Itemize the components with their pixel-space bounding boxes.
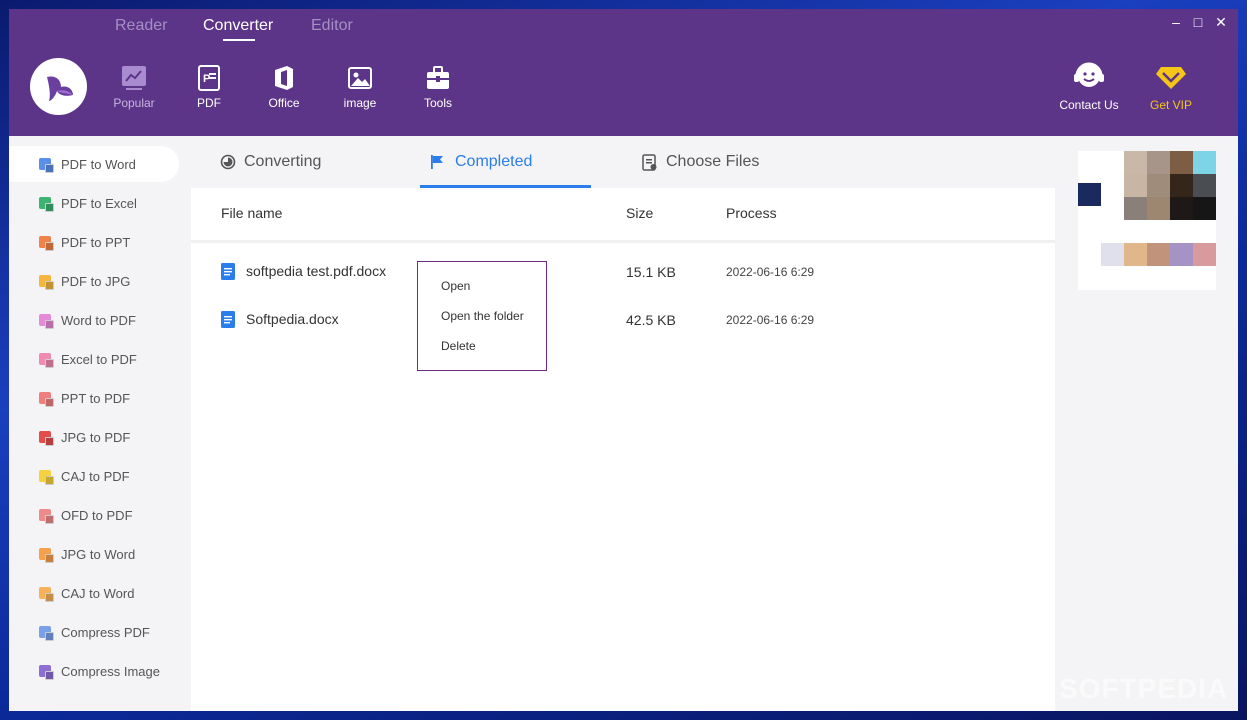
- pdf-to-excel-icon: [39, 197, 51, 209]
- office-icon: [275, 66, 293, 90]
- app-logo-icon: [46, 75, 73, 101]
- excel-to-pdf-icon: [39, 353, 51, 365]
- context-menu: Open Open the folder Delete: [417, 261, 547, 371]
- ofd-to-pdf-icon: [39, 509, 51, 521]
- top-tab-converter[interactable]: Converter: [203, 17, 273, 35]
- file-list-icon: [642, 153, 657, 171]
- sidebar: PDF to Word PDF to Excel PDF to PPT PDF …: [9, 136, 191, 711]
- softpedia-watermark: SOFTPEDIA: [1059, 673, 1229, 704]
- image-icon: [348, 67, 372, 89]
- main-tab-bar: Converting Completed Choose Files: [191, 136, 1055, 188]
- category-office[interactable]: Office: [254, 64, 314, 110]
- file-size: 15.1 KB: [626, 264, 676, 280]
- ppt-to-pdf-icon: [39, 392, 51, 404]
- pdf-to-ppt-icon: [39, 236, 51, 248]
- pdf-icon: P: [198, 65, 220, 91]
- app-window: Reader Converter Editor – □ ✕ Popular P: [9, 9, 1238, 711]
- sidebar-item-compress-pdf[interactable]: Compress PDF: [9, 614, 179, 650]
- sidebar-item-caj-to-pdf[interactable]: CAJ to PDF: [9, 458, 179, 494]
- flag-icon: [431, 155, 443, 169]
- sidebar-item-compress-image[interactable]: Compress Image: [9, 653, 179, 689]
- sidebar-item-word-to-pdf[interactable]: Word to PDF: [9, 302, 179, 338]
- caj-to-word-icon: [39, 587, 51, 599]
- sidebar-item-pdf-to-jpg[interactable]: PDF to JPG: [9, 263, 179, 299]
- column-header-process: Process: [726, 205, 777, 221]
- top-tab-reader[interactable]: Reader: [115, 17, 167, 35]
- file-list-panel: File name Size Process softpedia test.pd…: [191, 188, 1055, 711]
- category-image[interactable]: image: [330, 64, 390, 110]
- minimize-button[interactable]: –: [1167, 14, 1185, 30]
- file-name: softpedia test.pdf.docx: [246, 263, 387, 279]
- jpg-to-pdf-icon: [39, 431, 51, 443]
- file-size: 42.5 KB: [626, 312, 676, 328]
- pdf-to-jpg-icon: [39, 275, 51, 287]
- sidebar-item-jpg-to-word[interactable]: JPG to Word: [9, 536, 179, 572]
- close-button[interactable]: ✕: [1212, 14, 1230, 31]
- vip-diamond-icon: [1156, 67, 1186, 89]
- sidebar-item-pdf-to-ppt[interactable]: PDF to PPT: [9, 224, 179, 260]
- context-menu-open[interactable]: Open: [441, 279, 470, 293]
- context-menu-delete[interactable]: Delete: [441, 339, 476, 353]
- file-date: 2022-06-16 6:29: [726, 313, 815, 327]
- jpg-to-word-icon: [39, 548, 51, 560]
- contact-us-button[interactable]: Contact Us: [1059, 61, 1119, 112]
- docx-file-icon: [221, 311, 235, 328]
- pdf-to-word-icon: [39, 158, 51, 170]
- table-row[interactable]: softpedia test.pdf.docx 15.1 KB 2022-06-…: [191, 263, 1055, 311]
- toolbox-icon: [427, 66, 449, 89]
- table-header: File name Size Process: [191, 188, 1055, 243]
- clock-icon: [220, 154, 236, 170]
- docx-file-icon: [221, 263, 235, 280]
- column-header-size: Size: [626, 205, 654, 221]
- tab-choose-files[interactable]: Choose Files: [641, 136, 759, 188]
- sidebar-item-jpg-to-pdf[interactable]: JPG to PDF: [9, 419, 179, 455]
- ad-banner-image[interactable]: [1078, 151, 1216, 290]
- tab-completed[interactable]: Completed: [429, 136, 532, 188]
- get-vip-button[interactable]: Get VIP: [1147, 61, 1195, 112]
- compress-pdf-icon: [39, 626, 51, 638]
- support-headset-icon: [1074, 62, 1104, 87]
- file-date: 2022-06-16 6:29: [726, 265, 815, 279]
- category-tools[interactable]: Tools: [408, 64, 468, 110]
- sidebar-item-ofd-to-pdf[interactable]: OFD to PDF: [9, 497, 179, 533]
- table-row[interactable]: Softpedia.docx 42.5 KB 2022-06-16 6:29: [191, 311, 1055, 359]
- chart-icon: [122, 66, 146, 90]
- header-bar: Reader Converter Editor – □ ✕ Popular P: [9, 9, 1238, 136]
- word-to-pdf-icon: [39, 314, 51, 326]
- sidebar-item-pdf-to-word[interactable]: PDF to Word: [9, 146, 179, 182]
- tab-converting[interactable]: Converting: [220, 136, 321, 188]
- column-header-file-name: File name: [221, 205, 283, 221]
- file-name: Softpedia.docx: [246, 311, 339, 327]
- category-popular[interactable]: Popular: [104, 64, 164, 110]
- maximize-button[interactable]: □: [1189, 14, 1207, 30]
- app-logo: [30, 58, 87, 115]
- sidebar-item-ppt-to-pdf[interactable]: PPT to PDF: [9, 380, 179, 416]
- sidebar-item-excel-to-pdf[interactable]: Excel to PDF: [9, 341, 179, 377]
- sidebar-item-pdf-to-excel[interactable]: PDF to Excel: [9, 185, 179, 221]
- context-menu-open-folder[interactable]: Open the folder: [441, 309, 524, 323]
- compress-image-icon: [39, 665, 51, 677]
- sidebar-item-caj-to-word[interactable]: CAJ to Word: [9, 575, 179, 611]
- caj-to-pdf-icon: [39, 470, 51, 482]
- active-tab-underline: [223, 39, 255, 41]
- top-tab-editor[interactable]: Editor: [311, 17, 353, 35]
- category-pdf[interactable]: P PDF: [179, 64, 239, 110]
